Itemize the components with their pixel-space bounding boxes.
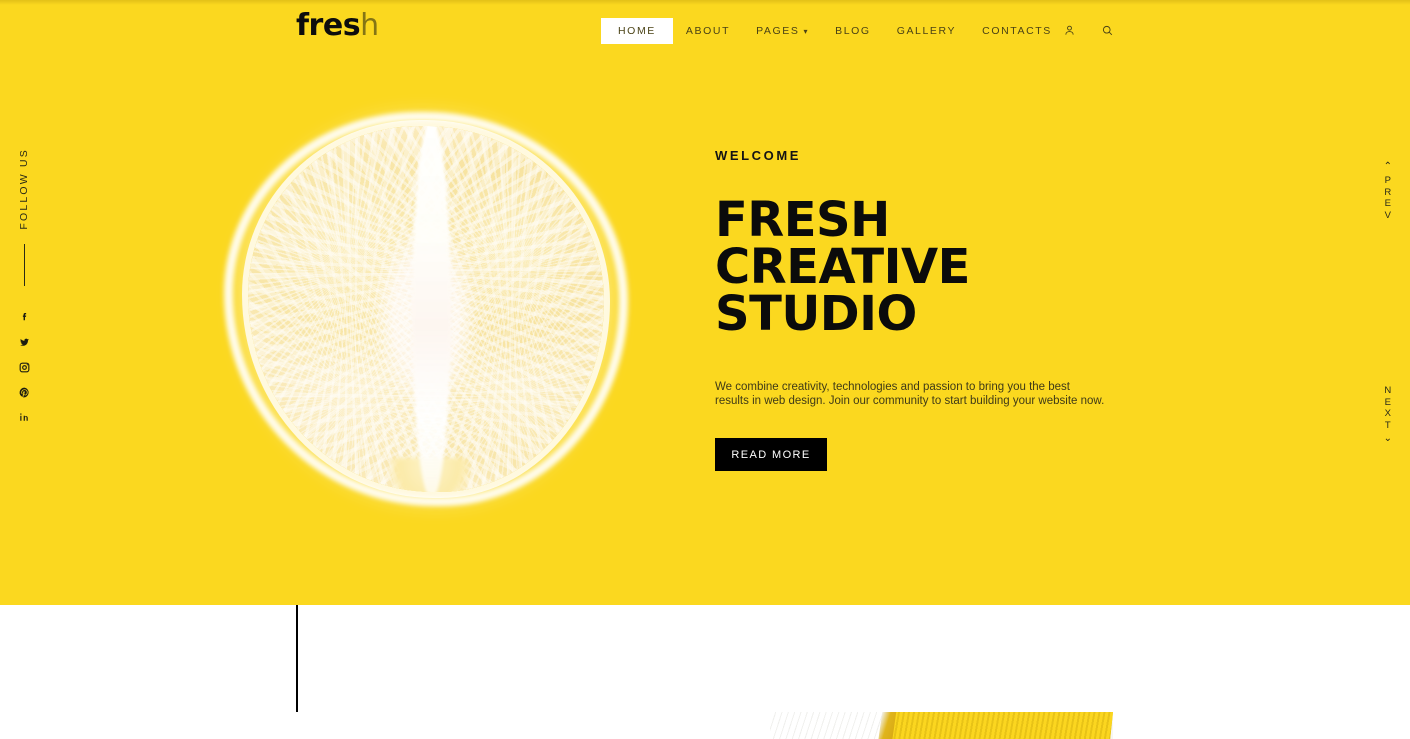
- nav-item-pages[interactable]: PAGES ▾: [743, 18, 822, 44]
- nav-label-gallery: GALLERY: [896, 25, 957, 37]
- nav-label-home: HOME: [618, 25, 656, 37]
- rail-divider: [23, 243, 25, 286]
- hero-section: WELCOME FRESH CREATIVE STUDIO We combine…: [0, 0, 1410, 605]
- chevron-down-icon: ▾: [803, 27, 810, 36]
- image-yellow-corrugated-area: [886, 712, 1113, 739]
- hero-image: [224, 112, 628, 506]
- follow-us-rail: FOLLOW US: [8, 148, 40, 425]
- site-logo[interactable]: fresh: [296, 11, 379, 41]
- hero-title-line-3: STUDIO: [715, 286, 917, 342]
- logo-text-light: h: [360, 8, 379, 43]
- citrus-fruit-image: [248, 126, 604, 492]
- hero-eyebrow: WELCOME: [715, 148, 802, 163]
- user-icon[interactable]: [1058, 19, 1080, 41]
- nav-label-about: ABOUT: [685, 25, 731, 37]
- nav-item-gallery[interactable]: GALLERY: [884, 18, 969, 44]
- below-fold-section: [0, 605, 1410, 739]
- linkedin-icon[interactable]: [17, 410, 32, 425]
- logo-text-bold: fres: [296, 8, 361, 43]
- instagram-icon[interactable]: [17, 360, 32, 375]
- nav-item-about[interactable]: ABOUT: [673, 18, 743, 44]
- image-white-area: [770, 712, 890, 739]
- nav-label-blog: BLOG: [835, 25, 871, 37]
- social-links-list: [17, 310, 32, 425]
- page-root: WELCOME FRESH CREATIVE STUDIO We combine…: [0, 0, 1410, 739]
- nav-item-blog[interactable]: BLOG: [822, 18, 884, 44]
- nav-label-pages: PAGES: [756, 25, 800, 37]
- slider-next-label: NEXT: [1384, 385, 1392, 431]
- nav-item-home[interactable]: HOME: [601, 18, 673, 44]
- follow-us-label: FOLLOW US: [18, 148, 30, 230]
- hero-content: WELCOME FRESH CREATIVE STUDIO We combine…: [715, 148, 1275, 471]
- nav-item-contacts[interactable]: CONTACTS: [969, 18, 1065, 44]
- main-navigation: HOME ABOUT PAGES ▾ BLOG GALLERY CONTACTS: [601, 18, 1065, 44]
- slider-prev-label: PREV: [1384, 175, 1392, 221]
- pinterest-icon[interactable]: [17, 385, 32, 400]
- facebook-icon[interactable]: [17, 310, 32, 325]
- read-more-button[interactable]: READ MORE: [715, 438, 827, 471]
- twitter-icon[interactable]: [17, 335, 32, 350]
- citrus-peel-detail: [390, 458, 469, 492]
- search-icon[interactable]: [1096, 19, 1118, 41]
- hero-description: We combine creativity, technologies and …: [715, 381, 1105, 407]
- slider-prev-button[interactable]: ⌃ PREV: [1384, 162, 1392, 221]
- chevron-up-icon: ⌃: [1383, 161, 1392, 172]
- header-icon-group: [1058, 19, 1118, 41]
- chevron-down-icon: ⌄: [1383, 433, 1392, 444]
- site-header: fresh HOME ABOUT PAGES ▾ BLOG GALLERY CO…: [0, 0, 1410, 60]
- slider-next-button[interactable]: NEXT ⌄: [1384, 385, 1392, 444]
- vertical-accent-line: [296, 605, 298, 712]
- nav-label-contacts: CONTACTS: [982, 25, 1052, 37]
- page-title: FRESH CREATIVE STUDIO: [715, 196, 1275, 338]
- next-section-image: [770, 712, 1113, 739]
